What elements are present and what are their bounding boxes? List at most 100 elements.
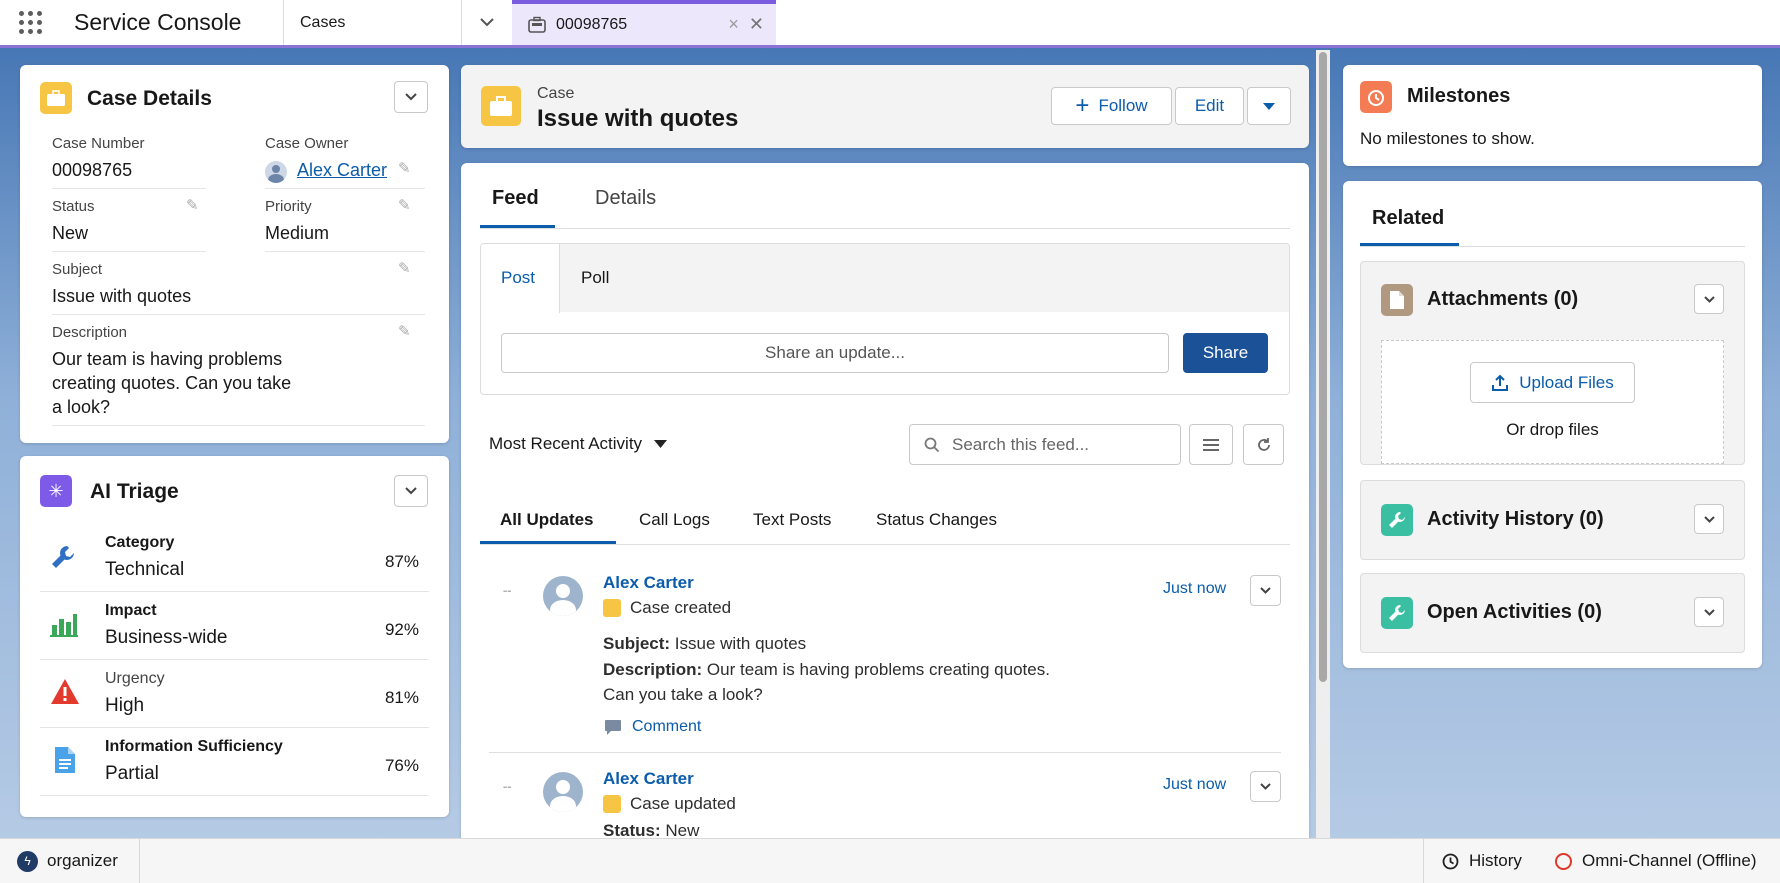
- chevron-down-icon: [1260, 587, 1271, 594]
- omni-channel-button[interactable]: Omni-Channel (Offline): [1555, 839, 1780, 883]
- list-icon: [1203, 438, 1219, 451]
- comment-button[interactable]: Comment: [604, 718, 701, 736]
- avatar: [543, 576, 583, 616]
- ai-triage-menu-button[interactable]: [394, 475, 428, 507]
- offline-status-icon: [1555, 852, 1572, 870]
- comment-label: Comment: [632, 718, 702, 735]
- feed-timestamp-link[interactable]: Just now: [1163, 580, 1226, 598]
- feed-author-link[interactable]: Alex Carter: [603, 769, 694, 789]
- feed-search-input[interactable]: Search this feed...: [909, 424, 1181, 465]
- priority-label: Priority: [265, 198, 312, 215]
- edit-description-icon[interactable]: ✎: [398, 322, 411, 340]
- refresh-feed-button[interactable]: [1243, 424, 1284, 465]
- triage-label: Impact: [105, 602, 157, 619]
- activity-history-icon: [1381, 504, 1413, 536]
- app-launcher-button[interactable]: [0, 0, 60, 45]
- priority-value: Medium: [265, 223, 330, 243]
- upload-files-button[interactable]: Upload Files: [1470, 362, 1635, 403]
- activity-history-section: Activity History (0): [1360, 480, 1745, 560]
- timer-icon: [1360, 81, 1392, 113]
- organizer-button[interactable]: ϟ organizer: [0, 839, 140, 883]
- feed-timestamp-link[interactable]: Just now: [1163, 776, 1226, 794]
- case-details-menu-button[interactable]: [394, 81, 428, 113]
- tab-feed[interactable]: Feed: [492, 187, 539, 210]
- case-icon: [40, 82, 72, 114]
- triage-value: High: [105, 695, 145, 716]
- triage-confidence: 81%: [384, 688, 419, 707]
- attachment-file-icon: [1381, 284, 1413, 316]
- filter-tab-text-posts[interactable]: Text Posts: [753, 510, 831, 530]
- feed-author-link[interactable]: Alex Carter: [603, 573, 694, 593]
- attachments-menu-button[interactable]: [1694, 284, 1724, 314]
- document-icon: [55, 747, 75, 773]
- feed-action: Case created: [630, 598, 732, 617]
- caret-down-icon: [1263, 102, 1275, 110]
- feed-subject-label: Subject:: [603, 634, 671, 653]
- triage-confidence: 87%: [384, 552, 419, 571]
- pin-icon[interactable]: ×: [728, 14, 739, 35]
- object-label: Case: [537, 85, 575, 102]
- chevron-down-icon: [405, 487, 417, 495]
- organizer-label: organizer: [47, 851, 118, 870]
- nav-tab-cases[interactable]: Cases: [284, 0, 462, 45]
- history-button[interactable]: History: [1423, 839, 1538, 883]
- nav-menu-button[interactable]: [462, 0, 512, 45]
- lightning-icon: ϟ: [17, 850, 38, 872]
- chevron-down-icon: [405, 93, 417, 101]
- activity-history-menu-button[interactable]: [1694, 504, 1724, 534]
- case-details-card: Case Details Case Number 00098765 Case O…: [20, 65, 449, 443]
- edit-subject-icon[interactable]: ✎: [398, 259, 411, 277]
- feed-description: Description: Our team is having problems…: [603, 660, 1050, 680]
- tab-details[interactable]: Details: [595, 187, 656, 210]
- case-icon: [603, 795, 621, 813]
- share-update-input[interactable]: Share an update...: [501, 333, 1169, 373]
- bar-chart-icon: [50, 614, 78, 637]
- share-button[interactable]: Share: [1183, 333, 1268, 373]
- edit-priority-icon[interactable]: ✎: [398, 196, 411, 214]
- feed-description-label: Description:: [603, 660, 703, 679]
- workspace-tab[interactable]: 00098765 × ✕: [512, 0, 776, 45]
- drag-handle-icon[interactable]: ╌: [503, 583, 511, 600]
- edit-status-icon[interactable]: ✎: [186, 196, 199, 214]
- app-name: Service Console: [60, 0, 284, 45]
- warning-icon: [51, 679, 79, 704]
- utility-bar: ϟ organizer History Omni-Channel (Offlin…: [0, 838, 1780, 883]
- open-activities-title: Open Activities (0): [1427, 601, 1602, 623]
- scrollbar-thumb[interactable]: [1319, 52, 1327, 682]
- tab-related[interactable]: Related: [1372, 207, 1444, 230]
- open-activities-menu-button[interactable]: [1694, 597, 1724, 627]
- attachments-section: Attachments (0) Upload Files Or drop fil…: [1360, 261, 1745, 465]
- filter-tab-status-changes[interactable]: Status Changes: [876, 510, 997, 530]
- caret-down-icon: [654, 440, 668, 448]
- publisher: Post Poll Share an update... Share: [480, 243, 1290, 395]
- drag-handle-icon[interactable]: ╌: [503, 779, 511, 796]
- triage-value: Business-wide: [105, 627, 228, 648]
- filter-tab-call-logs[interactable]: Call Logs: [639, 510, 710, 530]
- case-owner-link[interactable]: Alex Carter: [297, 160, 387, 181]
- filter-tab-all-updates[interactable]: All Updates: [500, 510, 594, 530]
- filter-feed-button[interactable]: [1189, 424, 1233, 465]
- feed-description-line-1: Our team is having problems creating quo…: [706, 660, 1050, 679]
- edit-button[interactable]: Edit: [1175, 87, 1244, 125]
- case-owner-avatar: [265, 161, 287, 183]
- comment-icon: [605, 719, 621, 735]
- milestones-empty-text: No milestones to show.: [1360, 129, 1535, 148]
- refresh-icon: [1257, 437, 1270, 451]
- feed-item-menu-button[interactable]: [1250, 771, 1281, 802]
- feed-item-menu-button[interactable]: [1250, 575, 1281, 606]
- sort-dropdown[interactable]: Most Recent Activity: [489, 434, 668, 454]
- feed-scrollbar[interactable]: [1316, 50, 1330, 838]
- edit-owner-icon[interactable]: ✎: [398, 159, 411, 177]
- triage-label: Information Sufficiency: [105, 738, 283, 755]
- sparkle-icon: ✳: [40, 475, 72, 507]
- ai-triage-card: ✳ AI Triage Category Technical 87% Impac…: [20, 456, 449, 817]
- drop-files-text: Or drop files: [1506, 420, 1599, 439]
- upload-files-label: Upload Files: [1519, 372, 1614, 392]
- more-actions-button[interactable]: [1247, 87, 1291, 125]
- history-label: History: [1469, 851, 1522, 870]
- close-tab-icon[interactable]: ✕: [749, 14, 764, 35]
- chevron-down-icon: [1260, 783, 1271, 790]
- follow-button[interactable]: + Follow: [1051, 87, 1172, 125]
- publisher-tab-poll[interactable]: Poll: [581, 268, 609, 288]
- description-line-2: creating quotes. Can you take: [52, 373, 292, 393]
